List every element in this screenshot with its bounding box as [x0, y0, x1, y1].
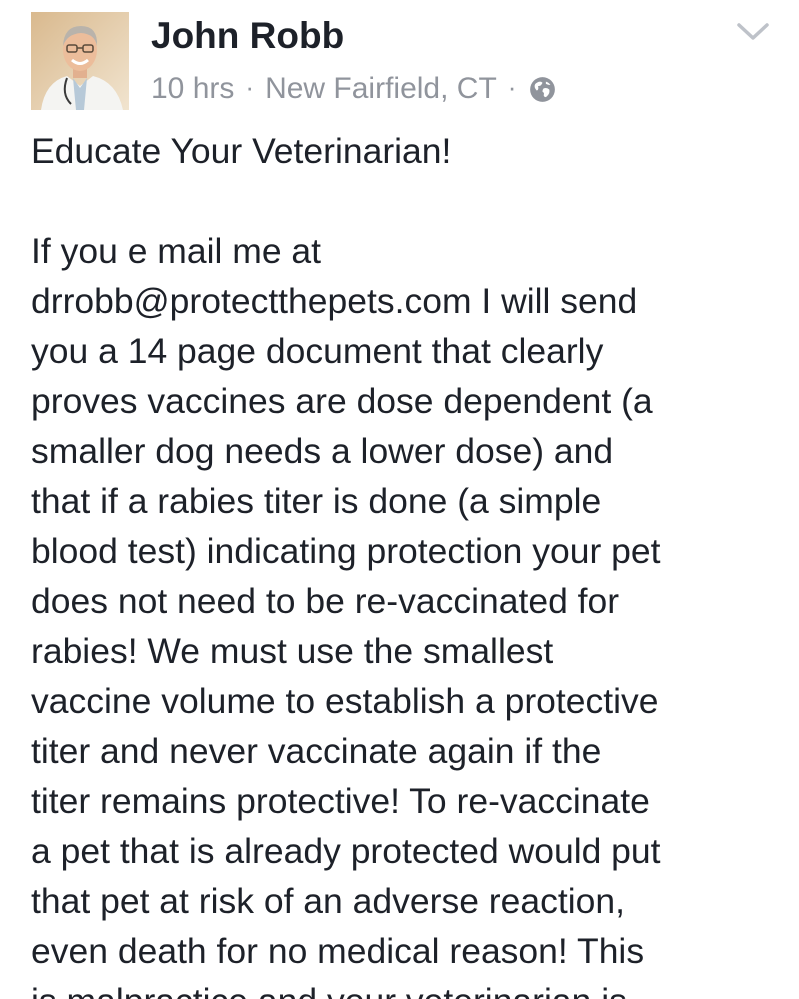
author-name[interactable]: John Robb	[151, 14, 344, 58]
post-text: If you e mail me at drrobb@protectthepet…	[31, 231, 661, 999]
globe-icon[interactable]	[529, 76, 556, 103]
post-meta: 10 hrs · New Fairfield, CT ·	[151, 67, 556, 111]
post-time[interactable]: 10 hrs	[151, 72, 234, 106]
post-body: Educate Your Veterinarian! If you e mail…	[31, 126, 791, 999]
meta-separator: ·	[245, 71, 255, 102]
post-headline: Educate Your Veterinarian!	[31, 131, 452, 171]
chevron-down-icon[interactable]	[736, 20, 770, 44]
facebook-post: John Robb 10 hrs · New Fairfield, CT · E…	[0, 0, 799, 999]
avatar[interactable]	[31, 12, 129, 110]
meta-separator: ·	[507, 71, 517, 102]
post-location[interactable]: New Fairfield, CT	[265, 72, 497, 106]
